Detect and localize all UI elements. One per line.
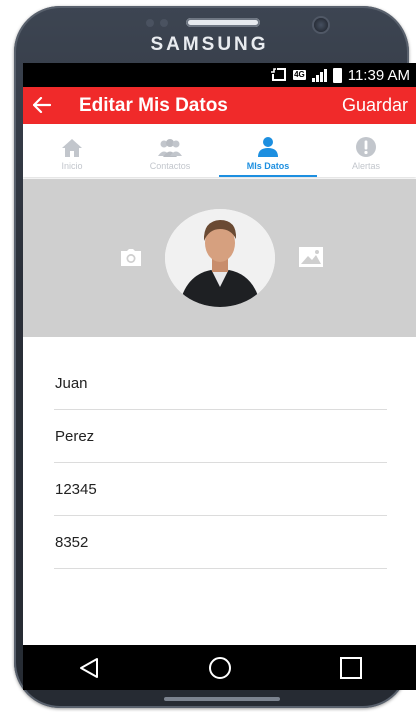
tab-inicio[interactable]: Inicio <box>23 124 121 177</box>
last-name-field <box>54 410 387 463</box>
tab-contactos[interactable]: Contactos <box>121 124 219 177</box>
front-camera <box>314 18 328 32</box>
first-name-input[interactable] <box>55 374 387 392</box>
sensor-dot <box>146 19 154 27</box>
phone-screen: 4G 11:39 AM Editar Mis Datos Guardar Ini… <box>23 63 416 690</box>
tab-alertas[interactable]: Alertas <box>317 124 415 177</box>
nav-recents-button[interactable] <box>321 648 381 688</box>
tab-bar: Inicio Contactos MIs Datos Alertas <box>23 124 416 177</box>
sensor-dot <box>160 19 168 27</box>
square-recents-icon <box>339 656 362 679</box>
app-bar: Editar Mis Datos Guardar <box>23 87 416 124</box>
save-button[interactable]: Guardar <box>342 95 416 116</box>
device-brand: SAMSUNG <box>150 34 269 55</box>
nav-back-button[interactable] <box>59 648 119 688</box>
triangle-back-icon <box>79 657 98 678</box>
code-field <box>54 516 387 569</box>
system-nav-bar <box>23 645 416 690</box>
number-field <box>54 463 387 516</box>
status-time: 11:39 AM <box>347 66 410 84</box>
group-icon <box>158 139 182 157</box>
speaker-grille <box>186 18 260 27</box>
circle-home-icon <box>208 656 231 679</box>
profile-header <box>23 179 416 337</box>
nav-home-button[interactable] <box>190 648 250 688</box>
code-input[interactable] <box>55 533 387 551</box>
page-title: Editar Mis Datos <box>79 94 228 116</box>
profile-form <box>54 357 387 569</box>
image-icon[interactable] <box>298 246 324 268</box>
home-icon <box>62 139 82 157</box>
network-badge: 4G <box>293 70 306 80</box>
signal-icon <box>311 68 327 82</box>
tab-label: Contactos <box>149 161 191 171</box>
camera-icon[interactable] <box>120 249 142 267</box>
number-input[interactable] <box>55 480 387 498</box>
tab-mis-datos[interactable]: MIs Datos <box>219 124 317 177</box>
alert-icon <box>356 137 376 157</box>
last-name-input[interactable] <box>55 427 387 445</box>
status-bar: 4G 11:39 AM <box>23 63 416 87</box>
profile-photo <box>165 209 275 307</box>
tab-label: MIs Datos <box>246 161 290 171</box>
battery-icon <box>332 67 342 83</box>
back-arrow-icon[interactable] <box>23 95 67 117</box>
bottom-bezel <box>164 697 280 701</box>
first-name-field <box>54 357 387 410</box>
tab-label: Alertas <box>351 161 380 171</box>
avatar[interactable] <box>165 209 275 307</box>
cast-icon <box>271 68 287 81</box>
person-icon <box>258 137 278 157</box>
tab-label: Inicio <box>61 161 83 171</box>
